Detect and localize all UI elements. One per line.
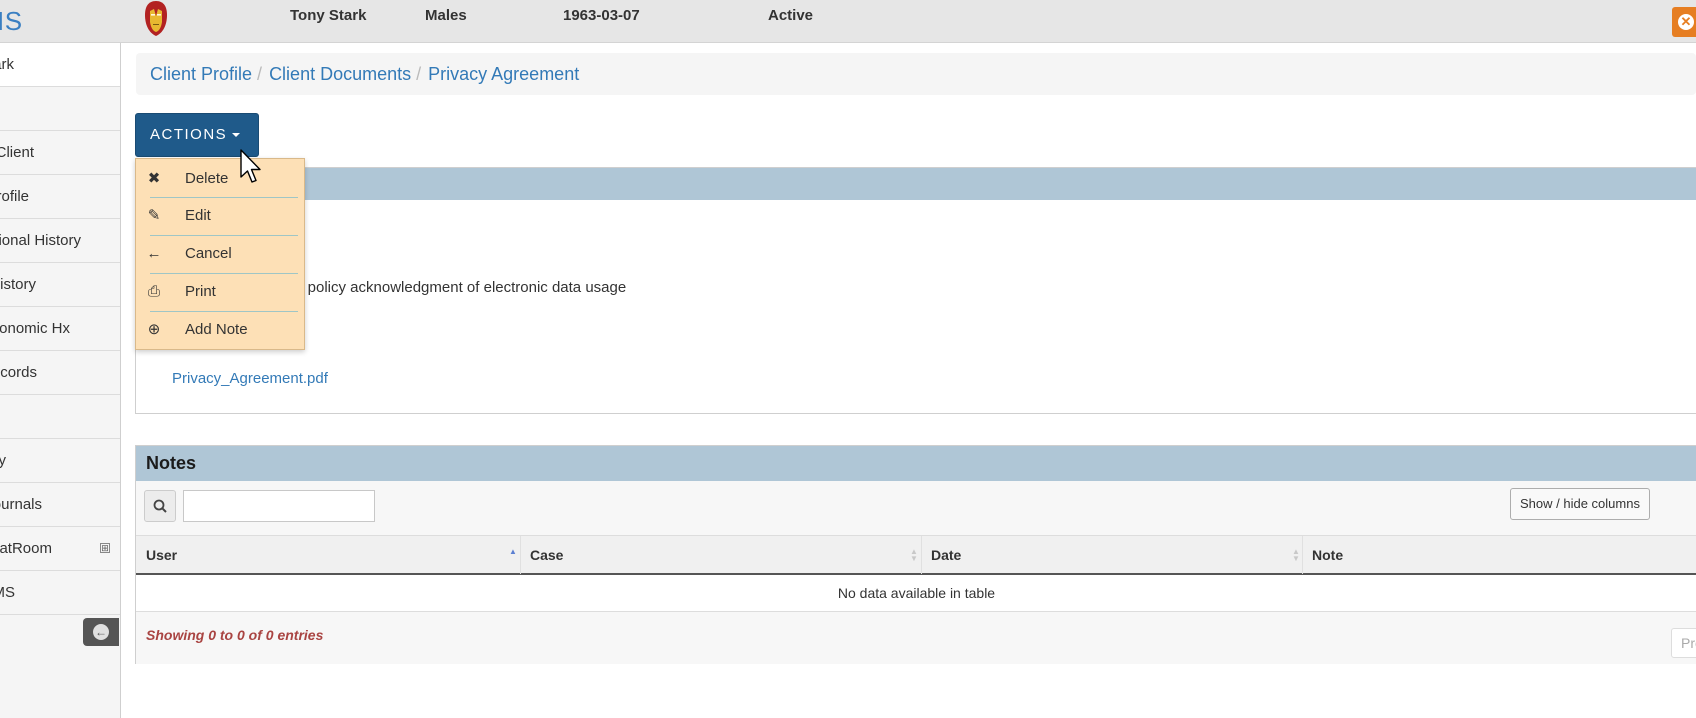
column-header-date[interactable]: Date — [931, 536, 961, 574]
attachment-link[interactable]: Privacy_Agreement.pdf — [172, 370, 328, 387]
menu-item-delete[interactable]: ✖ Delete — [136, 161, 304, 197]
sidebar-item-history-y[interactable]: y — [0, 439, 120, 483]
menu-item-add-note[interactable]: ⊕ Add Note — [136, 312, 304, 348]
sidebar-item-blank-1[interactable] — [0, 87, 120, 131]
notes-toolbar: Show / hide columns — [136, 481, 1696, 535]
sidebar-item-label: atRoom — [0, 540, 52, 557]
show-hide-columns-button[interactable]: Show / hide columns — [1510, 488, 1650, 520]
client-gender: Males — [425, 7, 467, 24]
breadcrumb-separator: / — [257, 64, 263, 84]
sidebar-item-label: ecords — [0, 364, 37, 381]
sidebar-item-label: rofile — [0, 188, 29, 205]
sidebar-item-label: ournals — [0, 496, 42, 513]
close-client-button[interactable]: ✕ — [1672, 7, 1696, 37]
breadcrumb-separator: / — [416, 64, 422, 84]
sidebar-item-chatroom[interactable]: atRoom ⊞ — [0, 527, 120, 571]
menu-item-label: Cancel — [185, 245, 232, 262]
plus-circle-icon: ⊕ — [147, 321, 161, 338]
sidebar-item-label: Client — [0, 144, 34, 161]
iron-man-mask-icon — [145, 1, 167, 36]
sidebar-item-label: listory — [0, 276, 36, 293]
document-panel-header — [136, 168, 1696, 200]
menu-item-label: Edit — [185, 207, 211, 224]
sidebar-item-label: y — [0, 439, 6, 482]
sidebar-item-socioeconomic-hx[interactable]: onomic Hx — [0, 307, 120, 351]
sort-both-icon[interactable]: ▲ ▼ — [1292, 548, 1300, 563]
sidebar-item-label: onomic Hx — [0, 320, 70, 337]
caret-down-icon — [232, 133, 241, 138]
notes-table-header: User ▲ Case ▲ ▼ Date ▲ ▼ Note — [136, 535, 1696, 575]
client-avatar — [144, 0, 168, 37]
column-header-user[interactable]: User — [146, 536, 177, 574]
sidebar-item-occupational-history[interactable]: tional History — [0, 219, 120, 263]
search-icon — [153, 499, 167, 513]
menu-item-label: Print — [185, 283, 216, 300]
actions-label: ACTIONS — [150, 126, 228, 143]
column-header-note[interactable]: Note — [1312, 536, 1343, 574]
menu-item-label: Add Note — [185, 321, 248, 338]
sidebar-item-client-name[interactable]: ark — [0, 43, 120, 87]
actions-menu: ✖ Delete ✎ Edit ← Cancel ⎙ Print ⊕ Add N… — [135, 158, 305, 350]
menu-item-cancel[interactable]: ← Cancel — [136, 236, 304, 272]
arrow-left-circle-icon: ← — [93, 624, 109, 640]
sidebar-item-client[interactable]: Client — [0, 131, 120, 175]
menu-item-edit[interactable]: ✎ Edit — [136, 198, 304, 234]
column-divider — [921, 536, 922, 574]
collapse-sidebar-button[interactable]: ← — [83, 618, 119, 646]
close-circle-icon: ✕ — [1678, 14, 1694, 30]
mouse-pointer-icon — [240, 149, 261, 183]
breadcrumb: Client Profile / Client Documents / Privacy … — [136, 53, 1696, 95]
client-header-bar: IS Tony Stark Males 1963-03-07 Active ✕ — [0, 0, 1696, 43]
sidebar-item-journals[interactable]: ournals — [0, 483, 120, 527]
breadcrumb-client-profile[interactable]: Client Profile — [150, 64, 252, 84]
print-icon: ⎙ — [147, 283, 160, 300]
client-dob: 1963-03-07 — [563, 7, 640, 24]
edit-icon: ✎ — [147, 207, 161, 224]
sidebar-item-profile[interactable]: rofile — [0, 175, 120, 219]
sidebar: ark Client rofile tional History listory… — [0, 43, 121, 718]
sort-both-icon[interactable]: ▲ ▼ — [910, 548, 918, 563]
sort-asc-icon[interactable]: ▲ — [509, 548, 517, 556]
sidebar-item-label: ark — [0, 56, 14, 73]
sidebar-item-blank-2[interactable] — [0, 395, 120, 439]
breadcrumb-client-documents[interactable]: Client Documents — [269, 64, 411, 84]
sidebar-item-label: MS — [0, 584, 15, 601]
arrow-left-icon: ← — [146, 245, 162, 262]
client-status: Active — [768, 7, 814, 24]
column-header-case[interactable]: Case — [530, 536, 563, 574]
sidebar-item-records[interactable]: ecords — [0, 351, 120, 395]
notes-table-footer: Showing 0 to 0 of 0 entries Previous — [136, 612, 1696, 664]
table-info-text: Showing 0 to 0 of 0 entries — [146, 627, 324, 643]
notes-panel: Notes Show / hide columns User ▲ Case ▲ ▼… — [135, 445, 1696, 664]
breadcrumb-privacy-agreement[interactable]: Privacy Agreement — [428, 64, 579, 84]
column-divider — [520, 536, 521, 574]
menu-item-print[interactable]: ⎙ Print — [136, 274, 304, 310]
column-divider — [1302, 536, 1303, 574]
client-name: Tony Stark — [290, 7, 367, 24]
sidebar-item-ms[interactable]: MS — [0, 571, 120, 615]
times-icon: ✖ — [147, 170, 161, 187]
notes-search-input[interactable] — [183, 490, 375, 522]
previous-page-button[interactable]: Previous — [1671, 628, 1696, 658]
sidebar-item-history[interactable]: listory — [0, 263, 120, 307]
notes-title: Notes — [136, 446, 1696, 481]
sidebar-item-label: tional History — [0, 232, 81, 249]
expand-icon[interactable]: ⊞ — [100, 543, 110, 553]
empty-table-message: No data available in table — [136, 575, 1696, 612]
document-description-text: y policy acknowledgment of electronic da… — [296, 279, 627, 296]
menu-item-label: Delete — [185, 170, 229, 187]
document-panel: nt y policy acknowledgment of electronic… — [135, 167, 1696, 414]
search-button[interactable] — [144, 490, 176, 522]
app-brand[interactable]: IS — [0, 6, 23, 37]
